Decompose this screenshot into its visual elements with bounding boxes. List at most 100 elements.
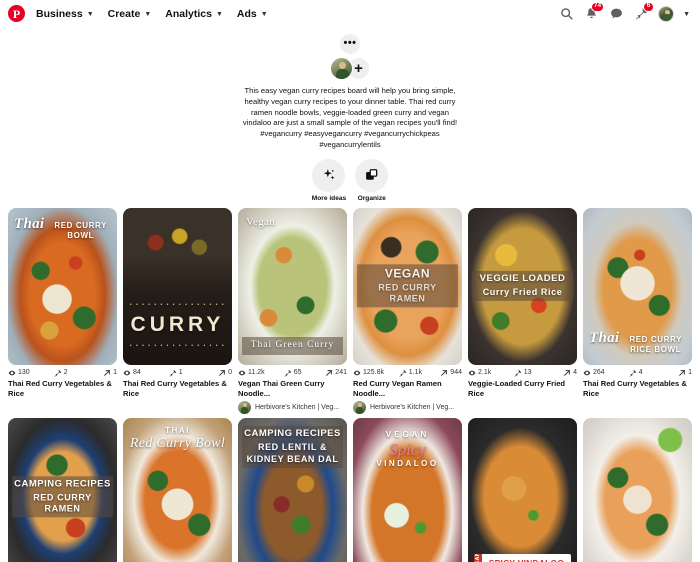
more-ideas-label: More ideas: [311, 194, 347, 202]
pin-outbound-value: 944: [450, 369, 462, 377]
eye-icon: [583, 369, 591, 377]
pin-saves: 2: [54, 369, 90, 377]
pin-overlay: Thai RED CURRY RICE BOWL: [583, 328, 692, 357]
pin-image[interactable]: VEGGIE LOADED Curry Fried Rice: [468, 207, 577, 365]
board-description: This easy vegan curry recipes board will…: [242, 86, 458, 149]
save-pin-icon: [284, 369, 292, 377]
nav-item-analytics[interactable]: Analytics ▼: [161, 5, 233, 23]
pin-saves: 1.1k: [399, 369, 435, 377]
pin-title[interactable]: Red Curry Vegan Ramen Noodle...: [353, 379, 462, 399]
search-icon[interactable]: [558, 6, 574, 22]
more-ideas-button[interactable]: More ideas: [311, 158, 347, 202]
pin-impressions: 264: [583, 369, 629, 377]
pin-card[interactable]: Vegan Thai Green Curry 11.2k 65 241 Vegan Tha…: [238, 207, 347, 415]
chat-bubble-icon[interactable]: [608, 6, 624, 22]
pin-image[interactable]: • • • • • • • • • • • • • • • • CURRY • •…: [123, 207, 232, 365]
pin-image[interactable]: VEGAN Spicy VINDALOO: [353, 418, 462, 562]
pin-stats: 130 2 1: [8, 369, 117, 377]
pin-icon[interactable]: 6: [633, 1, 655, 22]
pin-card[interactable]: VEGGIE LOADED Curry Fried Rice 2.1k 13 4 Vegg…: [468, 207, 577, 415]
board-header: ••• + This easy vegan curry recipes boar…: [0, 28, 700, 208]
bell-icon[interactable]: 74: [583, 1, 605, 22]
pin-overlay-line2: Curry Fried Rice: [482, 287, 563, 298]
pin-saves-value: 13: [523, 369, 532, 377]
pin-credit[interactable]: Herbivore's Kitchen | Veg...: [353, 401, 462, 415]
pin-grid: Thai RED CURRY BOWL 130 2 1 Thai Red Curry Ve…: [0, 207, 700, 562]
board-owner-avatar[interactable]: [330, 57, 353, 80]
pin-image[interactable]: THAI Red Curry Bowl: [123, 418, 232, 562]
pinterest-logo-icon[interactable]: P: [8, 5, 25, 22]
pin-title[interactable]: Veggie-Loaded Curry Fried Rice: [468, 379, 577, 399]
pin-outbound-clicks: 1: [665, 369, 692, 377]
pin-card[interactable]: CAMPING RECIPES RED CURRY RAMEN: [8, 418, 117, 562]
nav-item-create-label: Create: [107, 7, 141, 20]
pin-card[interactable]: • • • • • • • • • • • • • • • • CURRY • •…: [123, 207, 232, 415]
pin-title[interactable]: Thai Red Curry Vegetables & Rice: [583, 379, 692, 399]
pin-image[interactable]: Thai RED CURRY RICE BOWL: [583, 207, 692, 365]
eye-icon: [123, 369, 131, 377]
chevron-down-icon: ▼: [144, 11, 152, 18]
chevron-down-icon: ▼: [260, 11, 268, 18]
pin-stats: 11.2k 65 241: [238, 369, 347, 377]
save-pin-icon: [169, 369, 177, 377]
save-pin-icon: [399, 369, 407, 377]
pin-impressions: 84: [123, 369, 169, 377]
pin-card[interactable]: 22.5k118245Thai Red Curry Ramen Noodle B…: [583, 418, 692, 562]
nav-item-ads[interactable]: Ads ▼: [233, 5, 278, 23]
pin-saves-value: 1: [178, 369, 183, 377]
pin-overlay-band: VEGAN RED CURRY RAMEN: [357, 264, 458, 308]
pin-outbound-clicks: 944: [435, 369, 462, 377]
pin-impressions: 2.1k: [468, 369, 514, 377]
pin-title[interactable]: Thai Red Curry Vegetables & Rice: [8, 379, 117, 399]
pin-impressions: 130: [8, 369, 54, 377]
organize-button[interactable]: Organize: [355, 158, 389, 202]
pin-overlay-line1: CURRY: [130, 312, 225, 336]
pin-overlay-line2: Red Curry Bowl: [129, 436, 226, 452]
nav-item-create[interactable]: Create ▼: [104, 5, 162, 23]
pin-title[interactable]: Thai Red Curry Vegetables & Rice: [123, 379, 232, 399]
pin-stats: 125.8k 1.1k 944: [353, 369, 462, 377]
pin-image[interactable]: CAMPING RECIPES RED LENTIL & KIDNEY BEAN …: [238, 418, 347, 562]
pin-image[interactable]: Thai RED CURRY BOWL: [8, 207, 117, 365]
pin-impressions-value: 2.1k: [478, 369, 492, 377]
nav-item-business[interactable]: Business ▼: [32, 5, 104, 23]
pin-title[interactable]: Vegan Thai Green Curry Noodle...: [238, 379, 347, 399]
pin-overlay-band: CAMPING RECIPES RED CURRY RAMEN: [12, 476, 113, 518]
eye-icon: [468, 369, 476, 377]
sparkle-icon: [312, 158, 346, 192]
pin-outbound-value: 241: [335, 369, 347, 377]
pin-overlay-line1: CAMPING RECIPES: [244, 428, 341, 440]
pin-credit[interactable]: Herbivore's Kitchen | Veg...: [238, 401, 347, 415]
pin-overlay-line1: CAMPING RECIPES: [14, 478, 111, 490]
pin-overlay-line1: VEGGIE LOADED: [479, 273, 566, 285]
pin-card[interactable]: VEGAN RED CURRY RAMEN 125.8k 1.1k 944 Red Cur…: [353, 207, 462, 415]
outbound-arrow-icon: [325, 369, 333, 377]
pin-overlay-top: THAI Red Curry Bowl: [123, 424, 232, 454]
pin-card[interactable]: VEGANSPICY VINDALOO4400: [468, 418, 577, 562]
outbound-arrow-icon: [103, 369, 111, 377]
pin-image[interactable]: Vegan Thai Green Curry: [238, 207, 347, 365]
pin-label-banner: VEGANSPICY VINDALOO: [474, 554, 571, 562]
pin-overlay-line2: RED CURRY RICE BOWL: [629, 334, 683, 354]
avatar[interactable]: [658, 5, 675, 22]
pin-card[interactable]: VEGAN Spicy VINDALOO: [353, 418, 462, 562]
pin-overlay-line1: VEGAN: [385, 430, 430, 440]
pin-image[interactable]: [583, 418, 692, 562]
pin-impressions-value: 84: [133, 369, 141, 377]
pin-credit-avatar: [353, 401, 366, 415]
chevron-down-icon[interactable]: ▼: [683, 11, 690, 18]
pin-card[interactable]: THAI Red Curry Bowl: [123, 418, 232, 562]
pin-impressions-value: 130: [18, 369, 30, 377]
pin-overlay-line2: RED LENTIL & KIDNEY BEAN DAL: [246, 442, 339, 464]
pin-card[interactable]: Thai RED CURRY RICE BOWL 264 4 1 Thai Red Cur…: [583, 207, 692, 415]
pin-impressions: 11.2k: [238, 369, 284, 377]
pin-stats: 264 4 1: [583, 369, 692, 377]
pin-image[interactable]: VEGANSPICY VINDALOO: [468, 418, 577, 562]
pin-card[interactable]: Thai RED CURRY BOWL 130 2 1 Thai Red Curry Ve…: [8, 207, 117, 415]
board-options-button[interactable]: •••: [340, 34, 360, 54]
pin-image[interactable]: CAMPING RECIPES RED CURRY RAMEN: [8, 418, 117, 562]
pin-card[interactable]: CAMPING RECIPES RED LENTIL & KIDNEY BEAN …: [238, 418, 347, 562]
notifications-badge: 74: [590, 1, 605, 12]
pin-image[interactable]: VEGAN RED CURRY RAMEN: [353, 207, 462, 365]
pin-label-text: SPICY VINDALOO: [482, 554, 571, 562]
